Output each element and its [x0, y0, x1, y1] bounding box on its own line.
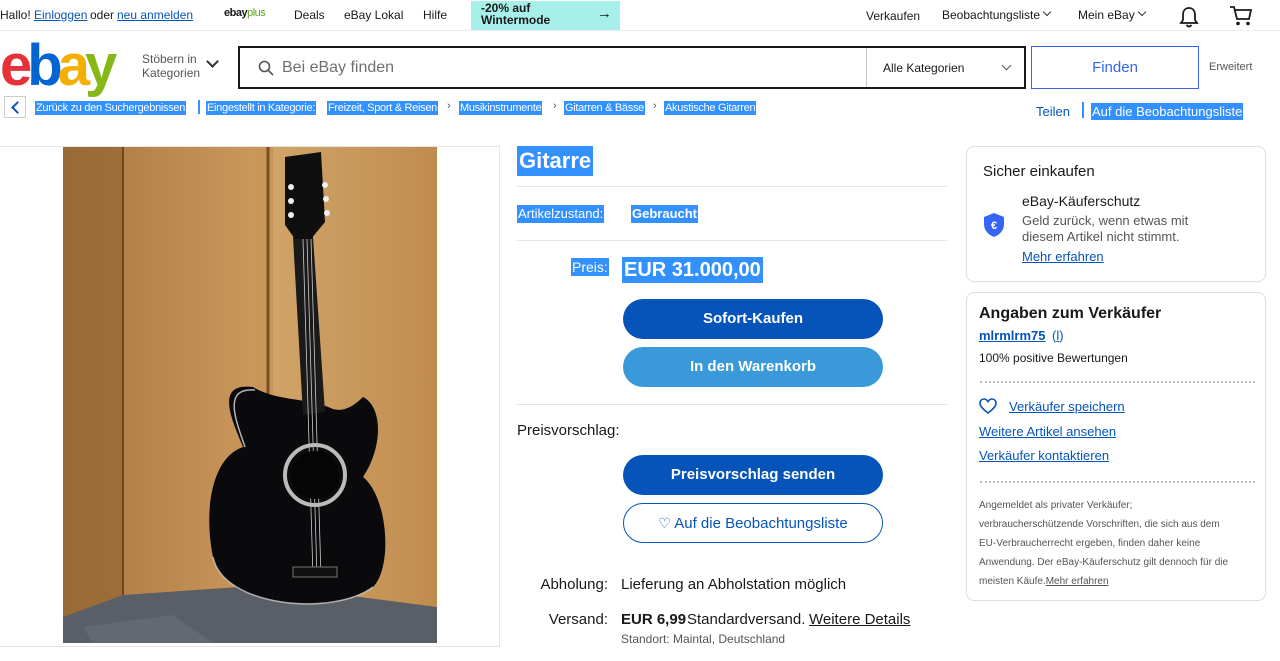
share-link[interactable]: Teilen [1036, 104, 1070, 119]
search-input[interactable]: Bei eBay finden [282, 59, 394, 77]
back-to-results-link[interactable]: Zurück zu den Suchergebnissen [35, 101, 187, 115]
greeting: Hallo! [0, 8, 31, 22]
breadcrumb-divider [198, 100, 200, 114]
browse-categories[interactable]: Stöbern in Kategorien [142, 52, 200, 80]
svg-text:€: € [991, 220, 997, 232]
shield-icon: € [984, 213, 1004, 237]
send-offer-button[interactable]: Preisvorschlag senden [623, 455, 883, 495]
divider [517, 404, 947, 405]
bell-icon[interactable] [1179, 6, 1199, 28]
chevron-down-icon [206, 55, 219, 68]
divider [980, 481, 1255, 483]
watch-button-label: Auf die Beobachtungsliste [674, 515, 848, 532]
listing-title: Gitarre [517, 146, 594, 176]
product-photo[interactable] [63, 147, 437, 643]
price-value: EUR 31.000,00 [622, 257, 763, 283]
protection-heading: Sicher einkaufen [983, 163, 1095, 180]
or-text: oder [90, 8, 115, 22]
seller-heading: Angaben zum Verkäufer [979, 305, 1162, 322]
watchlist-menu[interactable]: Beobachtungsliste [942, 8, 1040, 22]
search-icon [258, 60, 274, 76]
cart-icon[interactable] [1229, 5, 1253, 27]
note-learn-more-link[interactable]: Mehr erfahren [1046, 576, 1109, 587]
ebay-logo[interactable]: ebay [0, 37, 117, 95]
item-location: Standort: Maintal, Deutschland [621, 632, 786, 646]
contact-seller-link[interactable]: Verkäufer kontaktieren [979, 448, 1109, 463]
help-link[interactable]: Hilfe [423, 8, 447, 22]
back-button[interactable] [4, 96, 26, 118]
protection-title: eBay-Käuferschutz [1022, 193, 1141, 209]
offer-label: Preisvorschlag: [517, 422, 620, 439]
seller-feedback-score[interactable]: (l) [1052, 328, 1064, 343]
chevron-right-icon: › [553, 100, 557, 112]
pickup-label: Abholung: [540, 576, 608, 593]
deals-link[interactable]: Deals [294, 8, 325, 22]
seller-name-link[interactable]: mlrmlrm75 [979, 328, 1045, 343]
watch-button[interactable]: ♡ Auf die Beobachtungsliste [623, 503, 883, 543]
seller-legal-note: Angemeldet als privater Verkäufer; verbr… [979, 500, 1229, 587]
divider [517, 186, 947, 187]
chevron-right-icon: › [447, 100, 451, 112]
divider [517, 240, 947, 241]
protection-desc-line2: diesem Artikel nicht stimmt. [1022, 229, 1180, 244]
divider [1082, 102, 1084, 118]
top-bar: Hallo! Einloggen oder neu anmelden ebayp… [0, 0, 1280, 31]
ebay-plus-link[interactable]: ebayplus [224, 7, 266, 19]
condition-label: Artikelzustand: [517, 205, 605, 223]
more-items-link[interactable]: Weitere Artikel ansehen [979, 424, 1116, 439]
save-seller-link[interactable]: Verkäufer speichern [1009, 399, 1125, 414]
breadcrumb-item[interactable]: Musikinstrumente [459, 101, 543, 115]
buy-now-button[interactable]: Sofort-Kaufen [623, 299, 883, 339]
add-to-watchlist-link[interactable]: Auf die Beobachtungsliste [1091, 103, 1244, 120]
promo-banner[interactable]: -20% auf Wintermode → [471, 1, 620, 30]
pickup-value: Lieferung an Abholstation möglich [621, 576, 847, 593]
search-button[interactable]: Finden [1031, 46, 1199, 89]
login-link[interactable]: Einloggen [34, 8, 87, 22]
chevron-down-icon [1137, 7, 1147, 17]
search-bar: Bei eBay finden Alle Kategorien [238, 46, 1026, 89]
heart-icon: ♡ [658, 515, 671, 531]
category-select[interactable]: Alle Kategorien [866, 48, 1026, 87]
breadcrumb-item[interactable]: Freizeit, Sport & Reisen [327, 101, 438, 115]
sell-link[interactable]: Verkaufen [866, 9, 920, 23]
protection-learn-more-link[interactable]: Mehr erfahren [1022, 249, 1104, 264]
shipping-price: EUR 6,99 [621, 611, 687, 628]
condition-value: Gebraucht [631, 205, 699, 223]
protection-desc-line1: Geld zurück, wenn etwas mit [1022, 213, 1189, 228]
my-ebay-menu[interactable]: Mein eBay [1078, 8, 1135, 22]
shipping-label: Versand: [548, 611, 608, 628]
add-to-cart-button[interactable]: In den Warenkorb [623, 347, 883, 387]
price-label: Preis: [571, 258, 609, 276]
shipping-type: Standardversand. [687, 611, 806, 628]
listed-in-label: Eingestellt in Kategorie: [206, 101, 317, 115]
divider [980, 381, 1255, 383]
chevron-down-icon [1001, 60, 1012, 71]
chevron-down-icon [1042, 7, 1052, 17]
breadcrumb-item[interactable]: Akustische Gitarren [664, 101, 757, 115]
ebay-local-link[interactable]: eBay Lokal [344, 8, 403, 22]
breadcrumb-item[interactable]: Gitarren & Bässe [564, 101, 645, 115]
shipping-details-link[interactable]: Weitere Details [809, 611, 910, 628]
register-link[interactable]: neu anmelden [117, 8, 193, 22]
chevron-right-icon: › [653, 100, 657, 112]
advanced-search-link[interactable]: Erweitert [1209, 61, 1252, 73]
heart-icon[interactable] [979, 398, 997, 414]
arrow-right-icon: → [597, 5, 612, 22]
seller-positive-rating: 100% positive Bewertungen [979, 351, 1128, 365]
